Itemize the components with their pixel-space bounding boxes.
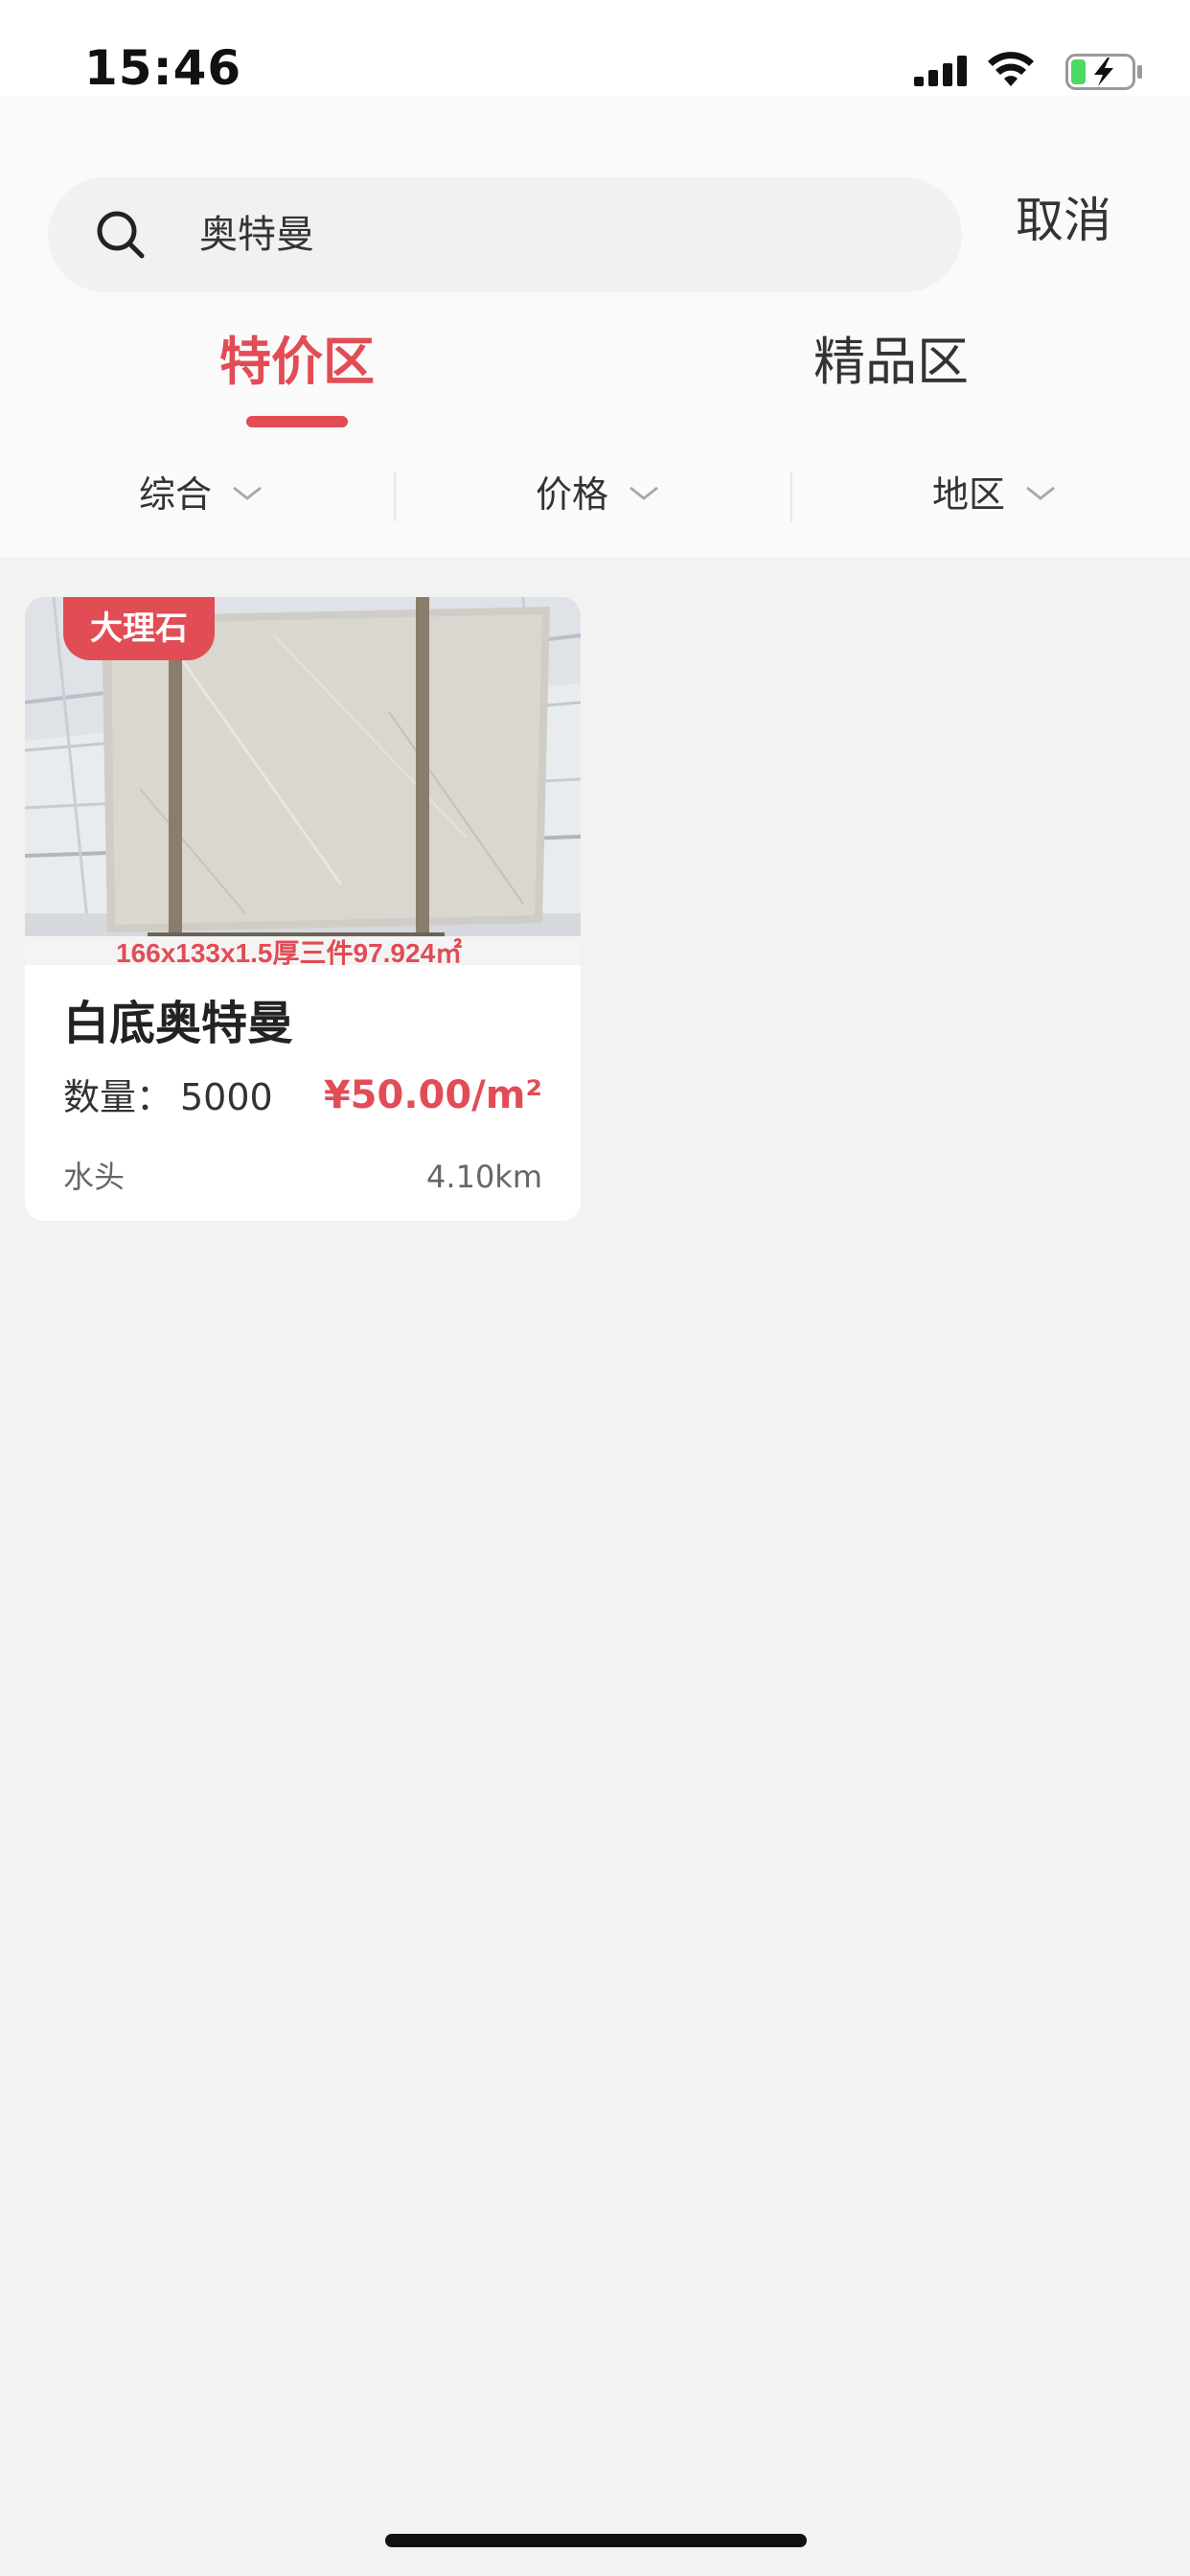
product-title: 白底奥特曼 [63,997,294,1050]
tab-premium[interactable]: 精品区 [747,324,1035,401]
filter-divider [394,472,396,521]
product-location: 水头 [63,1159,126,1195]
active-tab-indicator [246,416,348,427]
product-price: ¥50.00/m² [323,1073,542,1117]
search-query: 奥特曼 [199,213,314,257]
filter-sort-comprehensive[interactable]: 综合 [57,466,345,523]
product-distance: 4.10km [426,1159,542,1195]
filter-label: 综合 [138,473,212,516]
quantity-value: 5000 [180,1076,273,1118]
tab-special-price[interactable]: 特价区 [153,324,441,401]
app-screen: 15:46 奥特曼 取消 特价区 精品区 综合 价格 地区 166x133x1.… [0,0,1190,2576]
quantity-label: 数量： [63,1076,173,1118]
chevron-down-icon [629,486,658,500]
status-time: 15:46 [84,40,242,96]
search-input[interactable]: 奥特曼 [48,177,962,292]
cellular-signal-icon [914,56,967,86]
chevron-down-icon [233,486,262,500]
category-badge: 大理石 [63,597,215,660]
filter-region[interactable]: 地区 [851,466,1138,523]
product-card[interactable]: 166x133x1.5厚三件97.924㎡ 大理石 白底奥特曼 数量： 5000… [25,597,581,1221]
search-icon [97,211,145,259]
status-bar: 15:46 [0,0,1190,96]
filter-divider [790,472,792,521]
image-caption: 166x133x1.5厚三件97.924㎡ [116,937,462,965]
cancel-button[interactable]: 取消 [1016,182,1111,259]
filter-price[interactable]: 价格 [454,466,742,523]
wifi-icon [988,52,1034,86]
chevron-down-icon [1026,486,1055,500]
filter-label: 价格 [535,473,608,516]
header: 15:46 奥特曼 取消 特价区 精品区 综合 价格 地区 [0,0,1190,557]
battery-charging-icon [1065,54,1142,90]
filter-label: 地区 [931,473,1005,516]
home-indicator[interactable] [385,2534,807,2547]
